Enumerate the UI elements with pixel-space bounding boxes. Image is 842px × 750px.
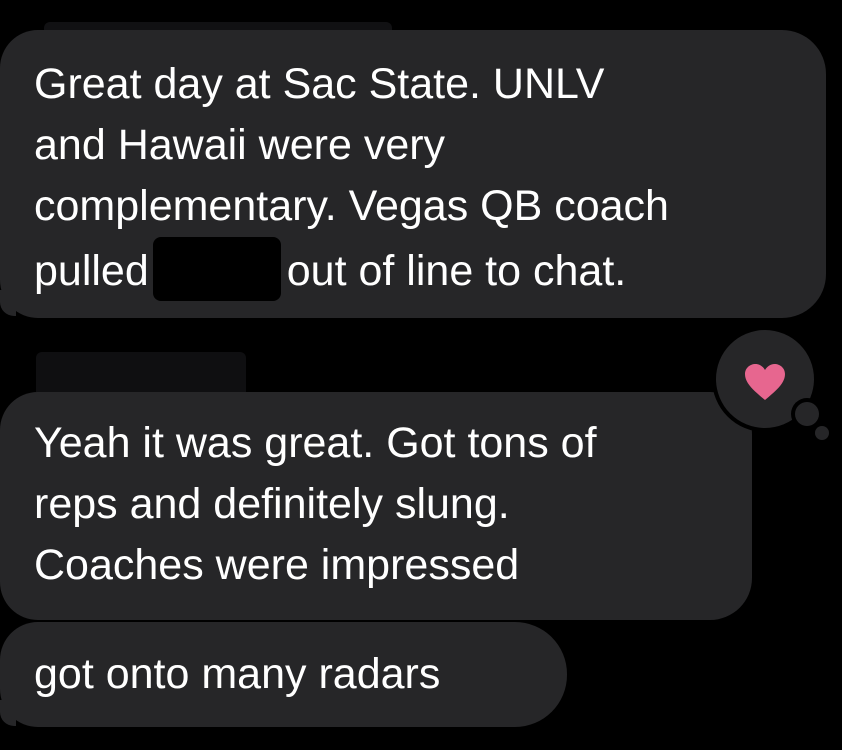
message-1-line-4: pulled out of line to chat. xyxy=(34,237,826,302)
message-2-line-2: reps and definitely slung. xyxy=(34,480,510,528)
reaction-tail-dot-small xyxy=(815,426,829,440)
message-1-line-4-start: pulled xyxy=(34,247,149,295)
bubble-1-tail xyxy=(0,290,16,316)
bubble-3-tail xyxy=(0,700,16,726)
message-2-line-3: Coaches were impressed xyxy=(34,541,520,589)
message-3-line-1: got onto many radars xyxy=(34,650,441,698)
message-1-line-2: and Hawaii were very xyxy=(34,121,446,169)
message-bubble-1[interactable]: Great day at Sac State. UNLV and Hawaii … xyxy=(0,30,826,318)
message-1-line-4-end: out of line to chat. xyxy=(286,247,627,295)
redacted-name xyxy=(152,237,281,301)
message-1-line-3: complementary. Vegas QB coach xyxy=(34,182,669,230)
message-2-line-1: Yeah it was great. Got tons of xyxy=(34,419,597,467)
message-bubble-2[interactable]: Yeah it was great. Got tons of reps and … xyxy=(0,392,752,620)
heart-icon xyxy=(745,364,785,400)
message-1-line-1: Great day at Sac State. UNLV xyxy=(34,60,605,108)
message-bubble-3[interactable]: got onto many radars xyxy=(0,622,567,727)
reaction-tail-dot-large xyxy=(795,402,819,426)
